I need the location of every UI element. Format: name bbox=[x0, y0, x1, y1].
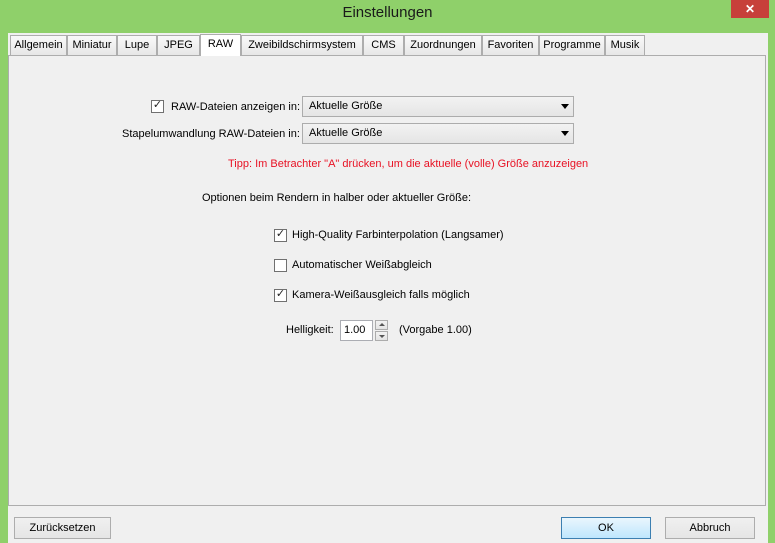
brightness-decrement-button[interactable] bbox=[375, 331, 388, 341]
brightness-increment-button[interactable] bbox=[375, 320, 388, 330]
dropdown-value: Aktuelle Größe bbox=[309, 127, 383, 139]
tab-jpeg[interactable]: JPEG bbox=[157, 35, 200, 55]
dropdown-value: Aktuelle Größe bbox=[309, 100, 383, 112]
brightness-input[interactable]: 1.00 bbox=[340, 320, 373, 341]
tab-label: Musik bbox=[610, 39, 640, 51]
tab-zweibildschirmsystem[interactable]: Zweibildschirmsystem bbox=[241, 35, 363, 55]
high-quality-interpolation-label: High-Quality Farbinterpolation (Langsame… bbox=[292, 229, 504, 241]
close-button[interactable]: ✕ bbox=[731, 0, 769, 18]
tab-favoriten[interactable]: Favoriten bbox=[482, 35, 539, 55]
tab-zuordnungen[interactable]: Zuordnungen bbox=[404, 35, 482, 55]
title-bar[interactable]: Einstellungen ✕ bbox=[0, 0, 775, 28]
show-raw-size-dropdown[interactable]: Aktuelle Größe bbox=[302, 96, 574, 117]
tab-label: Allgemein bbox=[14, 39, 63, 51]
auto-white-balance-label: Automatischer Weißabgleich bbox=[292, 259, 432, 271]
dialog-client: Allgemein Miniatur Lupe JPEG RAW Zweibil… bbox=[8, 33, 768, 543]
cancel-button[interactable]: Abbruch bbox=[665, 517, 755, 539]
camera-white-balance-label: Kamera-Weißausgleich falls möglich bbox=[292, 289, 470, 301]
show-raw-label: RAW-Dateien anzeigen in: bbox=[171, 101, 301, 113]
batch-convert-label: Stapelumwandlung RAW-Dateien in: bbox=[122, 128, 300, 140]
tab-label: Favoriten bbox=[487, 39, 534, 51]
camera-white-balance-checkbox[interactable]: ✓ bbox=[274, 288, 287, 302]
tab-label: Zweibildschirmsystem bbox=[248, 39, 356, 51]
auto-white-balance-checkbox[interactable] bbox=[274, 259, 287, 272]
settings-window: Einstellungen ✕ Allgemein Miniatur Lupe … bbox=[0, 0, 775, 543]
raw-settings-panel: ✓ RAW-Dateien anzeigen in: Aktuelle Größ… bbox=[8, 55, 766, 506]
checkmark-icon: ✓ bbox=[152, 99, 163, 111]
checkmark-icon: ✓ bbox=[275, 228, 286, 240]
tab-label: CMS bbox=[371, 39, 396, 51]
brightness-label: Helligkeit: bbox=[286, 324, 334, 336]
tab-label: RAW bbox=[207, 38, 234, 50]
tab-musik[interactable]: Musik bbox=[605, 35, 645, 55]
tab-label: Programme bbox=[543, 39, 601, 51]
tab-allgemein[interactable]: Allgemein bbox=[10, 35, 67, 55]
tip-text: Tipp: Im Betrachter "A" drücken, um die … bbox=[228, 158, 589, 170]
dialog-footer: Zurücksetzen OK Abbruch bbox=[8, 506, 768, 543]
arrow-up-icon bbox=[379, 323, 385, 326]
tab-programme[interactable]: Programme bbox=[539, 35, 605, 55]
close-icon: ✕ bbox=[744, 2, 756, 16]
reset-button[interactable]: Zurücksetzen bbox=[14, 517, 111, 539]
tab-label: JPEG bbox=[164, 39, 193, 51]
chevron-down-icon bbox=[561, 104, 569, 109]
tab-lupe[interactable]: Lupe bbox=[117, 35, 157, 55]
batch-convert-size-dropdown[interactable]: Aktuelle Größe bbox=[302, 123, 574, 144]
render-options-heading: Optionen beim Rendern in halber oder akt… bbox=[202, 192, 472, 204]
arrow-down-icon bbox=[379, 335, 385, 338]
tab-label: Zuordnungen bbox=[410, 39, 476, 51]
tab-cms[interactable]: CMS bbox=[363, 35, 404, 55]
tab-label: Lupe bbox=[124, 39, 150, 51]
show-raw-checkbox[interactable]: ✓ bbox=[151, 99, 164, 113]
tab-raw[interactable]: RAW bbox=[200, 34, 241, 56]
window-title: Einstellungen bbox=[342, 4, 433, 21]
chevron-down-icon bbox=[561, 131, 569, 136]
checkmark-icon: ✓ bbox=[275, 288, 286, 300]
tab-miniatur[interactable]: Miniatur bbox=[67, 35, 117, 55]
tab-label: Miniatur bbox=[72, 39, 112, 51]
ok-button[interactable]: OK bbox=[561, 517, 651, 539]
high-quality-interpolation-checkbox[interactable]: ✓ bbox=[274, 228, 287, 242]
brightness-default-text: (Vorgabe 1.00) bbox=[399, 324, 472, 336]
